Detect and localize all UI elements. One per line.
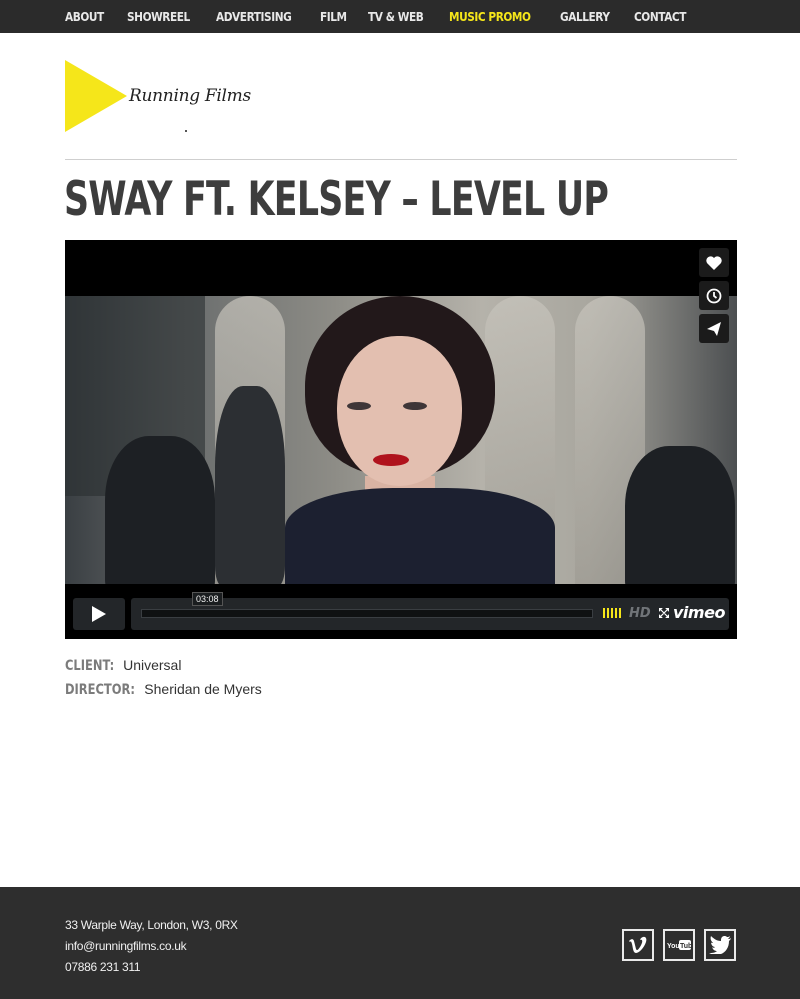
nav-item-tv-web[interactable]: TV & WEB <box>368 10 424 24</box>
nav-item-gallery[interactable]: GALLERY <box>560 10 610 24</box>
video-scene-person <box>215 386 285 584</box>
volume-bar <box>611 608 613 618</box>
youtube-link[interactable]: YouTube <box>663 929 695 961</box>
vimeo-icon <box>629 936 647 953</box>
client-label: CLIENT: <box>65 658 115 674</box>
nav-item-showreel[interactable]: SHOWREEL <box>127 10 190 24</box>
video-scene-figure <box>403 402 427 410</box>
send-icon <box>707 321 721 336</box>
director-value: Sheridan de Myers <box>144 681 262 697</box>
youtube-icon: YouTube <box>667 940 691 950</box>
nav-item-music-promo[interactable]: MUSIC PROMO <box>449 10 531 24</box>
fullscreen-icon[interactable] <box>659 608 669 618</box>
video-side-actions <box>699 248 729 347</box>
site-footer: 33 Warple Way, London, W3, 0RX info@runn… <box>0 887 800 999</box>
volume-bar <box>603 608 605 618</box>
play-icon <box>92 606 106 622</box>
vimeo-link[interactable] <box>622 929 654 961</box>
time-indicator: 03:08 <box>192 592 223 606</box>
contact-info: 33 Warple Way, London, W3, 0RX info@runn… <box>65 918 238 981</box>
nav-item-about[interactable]: ABOUT <box>65 10 104 24</box>
client-row: CLIENT: Universal <box>65 657 262 681</box>
clock-icon <box>706 288 722 303</box>
like-button[interactable] <box>699 248 729 277</box>
volume-bar <box>615 608 617 618</box>
client-value: Universal <box>123 657 182 673</box>
nav-item-advertising[interactable]: ADVERTISING <box>216 10 292 24</box>
control-bar: 03:08 HD vimeo <box>131 592 729 630</box>
nav-menu: ABOUT SHOWREEL ADVERTISING FILM TV & WEB… <box>65 0 711 33</box>
volume-bar <box>619 608 621 618</box>
video-scene-figure <box>347 402 371 410</box>
share-button[interactable] <box>699 314 729 343</box>
page-title: SWAY FT. KELSEY – LEVEL UP <box>64 172 609 227</box>
video-scene-figure <box>373 454 409 466</box>
nav-item-contact[interactable]: CONTACT <box>634 10 686 24</box>
svg-text:You: You <box>667 943 680 950</box>
vimeo-brand-link[interactable]: vimeo <box>673 603 725 622</box>
video-credits: CLIENT: Universal DIRECTOR: Sheridan de … <box>65 657 262 705</box>
top-navigation: ABOUT SHOWREEL ADVERTISING FILM TV & WEB… <box>0 0 800 33</box>
hd-toggle[interactable]: HD <box>629 606 651 621</box>
svg-text:Tube: Tube <box>680 943 691 950</box>
play-button[interactable] <box>73 598 125 630</box>
volume-control[interactable] <box>603 608 621 618</box>
logo-text: Running Films <box>129 86 251 106</box>
nav-item-film[interactable]: FILM <box>320 10 347 24</box>
watch-later-button[interactable] <box>699 281 729 310</box>
site-logo[interactable]: Running Films <box>65 60 251 135</box>
video-frame[interactable] <box>65 296 737 584</box>
volume-bar <box>607 608 609 618</box>
social-links: YouTube <box>622 929 736 961</box>
director-label: DIRECTOR: <box>65 682 135 698</box>
video-controls: 03:08 HD vimeo <box>73 592 729 630</box>
video-scene-figure <box>285 488 555 584</box>
header-divider <box>65 159 737 160</box>
logo-dot <box>185 130 187 132</box>
progress-track[interactable] <box>141 609 593 618</box>
director-row: DIRECTOR: Sheridan de Myers <box>65 681 262 705</box>
footer-phone: 07886 231 311 <box>65 960 141 974</box>
heart-icon <box>706 255 722 270</box>
video-player[interactable]: 03:08 HD vimeo <box>65 240 737 639</box>
footer-email-link[interactable]: info@runningfilms.co.uk <box>65 939 238 960</box>
twitter-link[interactable] <box>704 929 736 961</box>
video-scene-person <box>105 436 215 584</box>
video-scene-person <box>625 446 735 584</box>
twitter-icon <box>709 936 731 954</box>
footer-address: 33 Warple Way, London, W3, 0RX <box>65 918 238 932</box>
play-triangle-logo-icon <box>65 60 127 132</box>
